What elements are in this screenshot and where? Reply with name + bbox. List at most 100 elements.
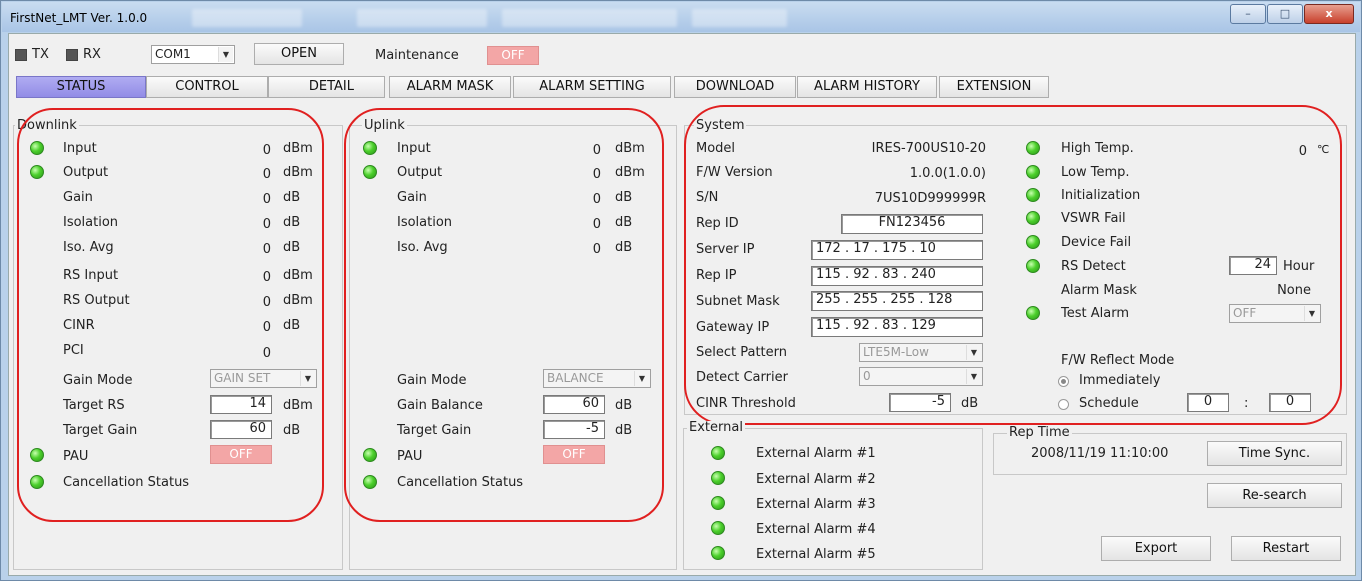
ul-value: 0 [592,217,601,232]
tab-status[interactable]: STATUS [16,76,146,98]
chevron-down-icon[interactable]: ▼ [966,345,981,360]
ul-target-gain-field[interactable]: -5 [543,420,605,439]
app-window: FirstNet_LMT Ver. 1.0.0 – □ x TX RX COM1… [0,0,1362,581]
dl-unit: dBm [283,293,313,308]
server-ip-field[interactable]: 172 . 17 . 175 . 10 [811,240,983,260]
high-temp-unit: ℃ [1317,143,1330,156]
ul-target-gain-unit: dB [615,423,633,438]
ul-gain-balance-unit: dB [615,398,633,413]
dl-unit: dB [283,190,301,205]
dl-pau-label: PAU [63,449,89,464]
fw-reflect-label: F/W Reflect Mode [1061,353,1175,368]
chevron-down-icon[interactable]: ▼ [300,371,315,386]
vswr-fail-led [1026,211,1040,225]
rs-detect-field[interactable]: 24 [1229,256,1277,275]
select-pattern-select[interactable]: LTE5M-Low ▼ [859,343,983,362]
ul-gain-mode-value: BALANCE [547,371,604,385]
rs-detect-led [1026,259,1040,273]
dl-value: 0 [262,320,271,335]
test-alarm-select[interactable]: OFF ▼ [1229,304,1321,323]
downlink-input-led [30,141,44,155]
ul-gain-mode-select[interactable]: BALANCE ▼ [543,369,651,388]
tab-alarm-setting[interactable]: ALARM SETTING [513,76,671,98]
external-alarm-label: External Alarm #1 [756,446,876,461]
chevron-down-icon[interactable]: ▼ [1304,306,1319,321]
sn-value: 7US10D999999R [874,191,986,206]
close-button[interactable]: x [1304,4,1354,24]
tab-control[interactable]: CONTROL [146,76,268,98]
tab-download[interactable]: DOWNLOAD [674,76,796,98]
immediately-radio[interactable] [1058,376,1069,387]
tab-detail[interactable]: DETAIL [268,76,385,98]
tab-alarm-mask[interactable]: ALARM MASK [389,76,511,98]
high-temp-value: 0 [1298,144,1307,159]
rs-detect-label: RS Detect [1061,259,1126,274]
ul-gain-balance-field[interactable]: 60 [543,395,605,414]
alarm-mask-label: Alarm Mask [1061,283,1137,298]
dl-gain-mode-select[interactable]: GAIN SET ▼ [210,369,317,388]
tab-extension[interactable]: EXTENSION [939,76,1049,98]
chevron-down-icon[interactable]: ▼ [634,371,649,386]
com-port-select[interactable]: COM1 ▼ [151,45,235,64]
subnet-mask-field[interactable]: 255 . 255 . 255 . 128 [811,291,983,311]
gateway-ip-field[interactable]: 115 . 92 . 83 . 129 [811,317,983,337]
maximize-button[interactable]: □ [1267,4,1303,24]
dl-value: 0 [262,270,271,285]
dl-label: Input [63,141,97,156]
external-alarm-led [711,496,725,510]
minimize-button[interactable]: – [1230,4,1266,24]
dl-target-rs-field[interactable]: 14 [210,395,272,414]
dl-unit: dBm [283,141,313,156]
ul-gain-mode-label: Gain Mode [397,373,467,388]
external-alarm-label: External Alarm #2 [756,472,876,487]
detect-carrier-label: Detect Carrier [696,370,788,385]
detect-carrier-select[interactable]: 0 ▼ [859,367,983,386]
chevron-down-icon[interactable]: ▼ [218,47,233,62]
dl-unit: dBm [283,165,313,180]
external-alarm-label: External Alarm #3 [756,497,876,512]
device-fail-label: Device Fail [1061,235,1132,250]
low-temp-label: Low Temp. [1061,165,1130,180]
dl-label: PCI [63,343,84,358]
uplink-pau-led [363,448,377,462]
maintenance-toggle[interactable]: OFF [487,46,539,65]
dl-value: 0 [262,167,271,182]
export-button[interactable]: Export [1101,536,1211,561]
schedule-radio[interactable] [1058,399,1069,410]
ul-pau-label: PAU [397,449,423,464]
uplink-output-led [363,165,377,179]
model-value: IRES-700US10-20 [871,141,986,156]
dl-target-gain-field[interactable]: 60 [210,420,272,439]
dl-cancellation-label: Cancellation Status [63,475,190,490]
external-alarm-label: External Alarm #5 [756,547,876,562]
rep-id-field[interactable]: FN123456 [841,214,983,234]
tab-alarm-history[interactable]: ALARM HISTORY [797,76,937,98]
rep-ip-field[interactable]: 115 . 92 . 83 . 240 [811,266,983,286]
schedule-label: Schedule [1079,396,1139,411]
maintenance-label: Maintenance [375,48,459,63]
test-alarm-led [1026,306,1040,320]
schedule-hour-field[interactable]: 0 [1187,393,1229,412]
ul-label: Output [397,165,443,180]
chevron-down-icon[interactable]: ▼ [966,369,981,384]
ul-value: 0 [592,143,601,158]
ul-target-gain-label: Target Gain [397,423,472,438]
ul-cancellation-label: Cancellation Status [397,475,524,490]
dl-pau-toggle[interactable]: OFF [210,445,272,464]
cinr-threshold-field[interactable]: -5 [889,393,951,412]
time-sync-button[interactable]: Time Sync. [1207,441,1342,466]
schedule-minute-field[interactable]: 0 [1269,393,1311,412]
immediately-label: Immediately [1079,373,1161,388]
dl-target-gain-label: Target Gain [63,423,138,438]
research-button[interactable]: Re-search [1207,483,1342,508]
restart-button[interactable]: Restart [1231,536,1341,561]
title-ghost [357,9,487,27]
cinr-threshold-unit: dB [961,396,979,411]
ul-pau-toggle[interactable]: OFF [543,445,605,464]
title-bar[interactable]: FirstNet_LMT Ver. 1.0.0 – □ x [2,2,1360,32]
dl-target-rs-unit: dBm [283,398,313,413]
external-alarm-led [711,446,725,460]
rx-indicator [66,49,78,61]
dl-value: 0 [262,192,271,207]
open-button[interactable]: OPEN [254,43,344,65]
